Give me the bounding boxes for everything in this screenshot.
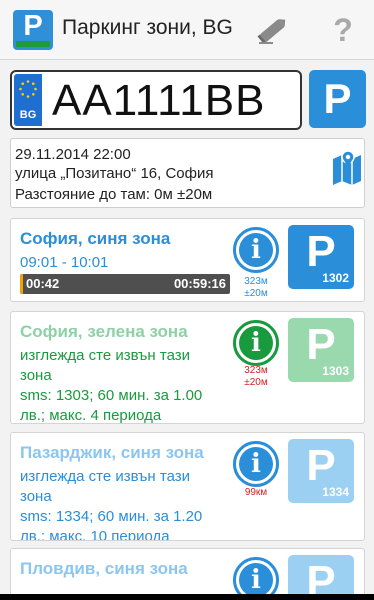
zone-name: Пазарджик, синя зона: [20, 443, 204, 462]
app-logo-strip: [16, 41, 50, 47]
zone-name: Пловдив, синя зона: [20, 559, 188, 578]
zone-desc-line: изглежда сте извън тази: [20, 347, 191, 364]
zone-park-button[interactable]: P 1334: [288, 439, 354, 503]
location-address: улица „Позитано“ 16, София: [15, 165, 214, 182]
info-icon[interactable]: i: [233, 441, 279, 487]
info-icon[interactable]: i: [233, 227, 279, 273]
location-datetime: 29.11.2014 22:00: [15, 146, 131, 163]
zone-hours: 09:01 - 10:01: [20, 254, 109, 271]
zone-desc-line: sms: 1303; 60 мин. за 1.00: [20, 387, 203, 404]
zone-card-pazardzhik-blue[interactable]: Пазарджик, синя зона изглежда сте извън …: [10, 432, 365, 541]
parking-timer-bar: 00:42 00:59:16: [20, 274, 230, 294]
zone-distance: 323м: [244, 276, 268, 287]
timer-progress-fill: [20, 274, 23, 294]
timer-elapsed: 00:42: [26, 276, 60, 291]
zone-distance: 99км: [244, 487, 268, 498]
zone-desc-line: sms: 1334; 60 мин. за 1.20: [20, 508, 203, 525]
info-icon-glyph: i: [239, 233, 273, 267]
zone-park-letter: P: [306, 441, 336, 490]
zone-sms-code: 1303: [322, 364, 349, 378]
zone-park-letter: P: [306, 227, 336, 276]
park-button[interactable]: P: [309, 70, 366, 128]
plate-number: AA1111BB: [52, 76, 266, 125]
zone-card-sofia-blue[interactable]: София, синя зона 09:01 - 10:01 00:42 00:…: [10, 218, 365, 302]
zone-desc-line: изглежда сте извън тази: [20, 468, 191, 485]
app-logo-letter: P: [23, 10, 43, 42]
eu-stars-icon: [19, 80, 37, 98]
zone-sms-code: 1334: [322, 485, 349, 499]
pencil-icon[interactable]: [256, 14, 290, 46]
zone-distance-accuracy: ±20м: [244, 288, 268, 299]
zone-card-plovdiv-blue[interactable]: Пловдив, синя зона i P: [10, 548, 365, 600]
zone-card-sofia-green[interactable]: София, зелена зона изглежда сте извън та…: [10, 311, 365, 424]
location-distance: Разстояние до там: 0м ±20м: [15, 186, 213, 203]
zone-park-button[interactable]: P 1303: [288, 318, 354, 382]
zone-desc-line: зона: [20, 488, 52, 505]
zone-desc-line: лв.; макс. 4 периода: [20, 407, 162, 424]
zone-name: София, синя зона: [20, 229, 171, 248]
help-icon[interactable]: ?: [326, 12, 360, 48]
eu-flag-icon: BG: [14, 74, 42, 126]
info-icon-glyph: i: [239, 447, 273, 481]
map-icon[interactable]: [331, 149, 363, 185]
zone-desc-line: зона: [20, 367, 52, 384]
zone-park-letter: P: [306, 320, 336, 369]
zone-desc-line: лв.; макс. 10 периода: [20, 528, 170, 541]
app-screen: P Паркинг зони, BG ? BG AA1111BB P 29.11…: [0, 0, 374, 600]
info-icon-glyph: i: [239, 563, 273, 597]
zone-distance: 323м: [244, 365, 268, 376]
zone-distance-accuracy: ±20м: [244, 377, 268, 388]
info-icon[interactable]: i: [233, 320, 279, 366]
timer-remaining: 00:59:16: [173, 276, 226, 291]
app-logo: P: [13, 10, 53, 50]
app-title: Паркинг зони, BG: [62, 16, 233, 39]
plate-country-code: BG: [19, 109, 37, 121]
license-plate-field[interactable]: BG AA1111BB: [10, 70, 302, 130]
location-card[interactable]: 29.11.2014 22:00 улица „Позитано“ 16, Со…: [10, 138, 365, 208]
info-icon-glyph: i: [239, 326, 273, 360]
zone-name: София, зелена зона: [20, 322, 188, 341]
zone-park-button[interactable]: P 1302: [288, 225, 354, 289]
zone-sms-code: 1302: [322, 271, 349, 285]
bottom-edge: [0, 594, 374, 600]
action-bar: P Паркинг зони, BG ?: [0, 0, 374, 60]
